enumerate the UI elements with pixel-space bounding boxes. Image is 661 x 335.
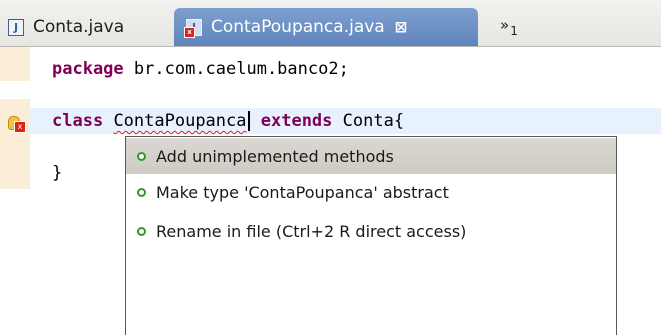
tab-contapoupanca-java[interactable]: Jx ContaPoupanca.java ⊠ [174,8,478,46]
class-name-error: ContaPoupanca [113,111,247,131]
keyword-class: class [52,111,104,131]
quickfix-label: Make type 'ContaPoupanca' abstract [156,182,449,202]
code-line-5[interactable]: } [52,160,62,186]
ruler-highlight [0,47,30,81]
quickfix-rename-in-file[interactable]: Rename in file (Ctrl+2 R direct access) [126,213,616,249]
text-caret [247,111,250,131]
eclipse-editor-window: J Conta.java Jx ContaPoupanca.java ⊠ »1 … [0,0,661,335]
quickfix-error-icon[interactable]: x [8,116,26,133]
keyword-package: package [52,59,124,79]
quickfix-make-abstract[interactable]: Make type 'ContaPoupanca' abstract [126,174,616,210]
correction-change-icon [136,151,147,162]
superclass: Conta{ [332,111,405,131]
code-line-3[interactable]: class ContaPoupanca extends Conta{ [52,108,404,134]
quickfix-label: Rename in file (Ctrl+2 R direct access) [156,221,467,241]
java-file-icon: J [8,18,24,36]
tab-overflow-button[interactable]: » 1 [500,6,518,44]
tab-conta-java[interactable]: J Conta.java [8,8,138,46]
quickfix-add-unimplemented-methods[interactable]: Add unimplemented methods [126,138,616,174]
keyword-extends: extends [260,111,333,131]
quickfix-popup: Add unimplemented methods Make type 'Con… [125,136,617,335]
package-name: br.com.caelum.banco2; [123,59,349,79]
vertical-ruler[interactable] [0,47,30,335]
tab-contapoupanca-label: ContaPoupanca.java [211,17,385,37]
ruler-highlight [0,99,30,189]
quickfix-label: Add unimplemented methods [156,146,394,166]
java-file-error-icon: Jx [184,18,202,38]
close-icon[interactable]: ⊠ [395,18,408,36]
code-line-1[interactable]: package br.com.caelum.banco2; [52,56,349,82]
tab-conta-label: Conta.java [33,17,125,37]
closing-brace: } [52,163,63,183]
correction-change-icon [136,187,147,198]
hidden-tab-count: 1 [510,24,518,38]
chevron-double-right-icon: » [500,16,510,34]
correction-change-icon [136,226,147,237]
editor-tab-bar: J Conta.java Jx ContaPoupanca.java ⊠ »1 [0,0,661,47]
